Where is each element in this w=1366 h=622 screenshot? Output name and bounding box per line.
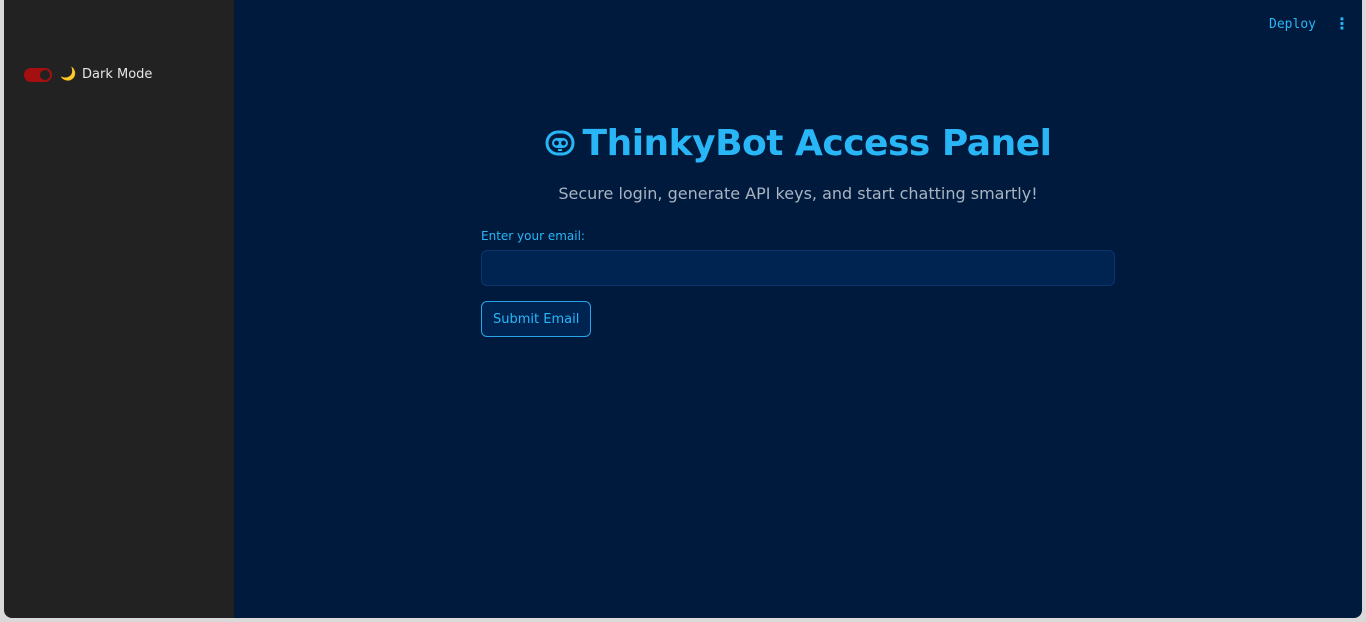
kebab-menu-icon[interactable]: ⋮ — [1334, 16, 1350, 32]
robot-face-icon — [545, 130, 575, 156]
email-field-label: Enter your email: — [481, 229, 585, 243]
page-title: ThinkyBot Access Panel — [481, 118, 1115, 168]
toggle-switch[interactable] — [24, 67, 52, 82]
page-title-text: ThinkyBot Access Panel — [582, 122, 1052, 164]
page-subtitle: Secure login, generate API keys, and sta… — [558, 184, 1038, 203]
moon-icon: 🌙 — [60, 66, 77, 82]
dark-mode-toggle[interactable]: 🌙 Dark Mode — [24, 67, 152, 82]
app-frame: 🌙 Dark Mode Deploy ⋮ ThinkyBot Access Pa… — [4, 0, 1362, 618]
access-panel: ThinkyBot Access Panel Secure login, gen… — [481, 118, 1115, 337]
top-toolbar: Deploy ⋮ — [1269, 16, 1350, 32]
toggle-knob — [40, 69, 50, 80]
dark-mode-label: Dark Mode — [82, 67, 153, 82]
deploy-button[interactable]: Deploy — [1269, 17, 1316, 32]
main-area: Deploy ⋮ ThinkyBot Access Panel Secure l… — [234, 0, 1362, 618]
sidebar: 🌙 Dark Mode — [4, 0, 234, 618]
submit-email-button[interactable]: Submit Email — [481, 301, 592, 337]
email-field[interactable] — [481, 250, 1115, 286]
